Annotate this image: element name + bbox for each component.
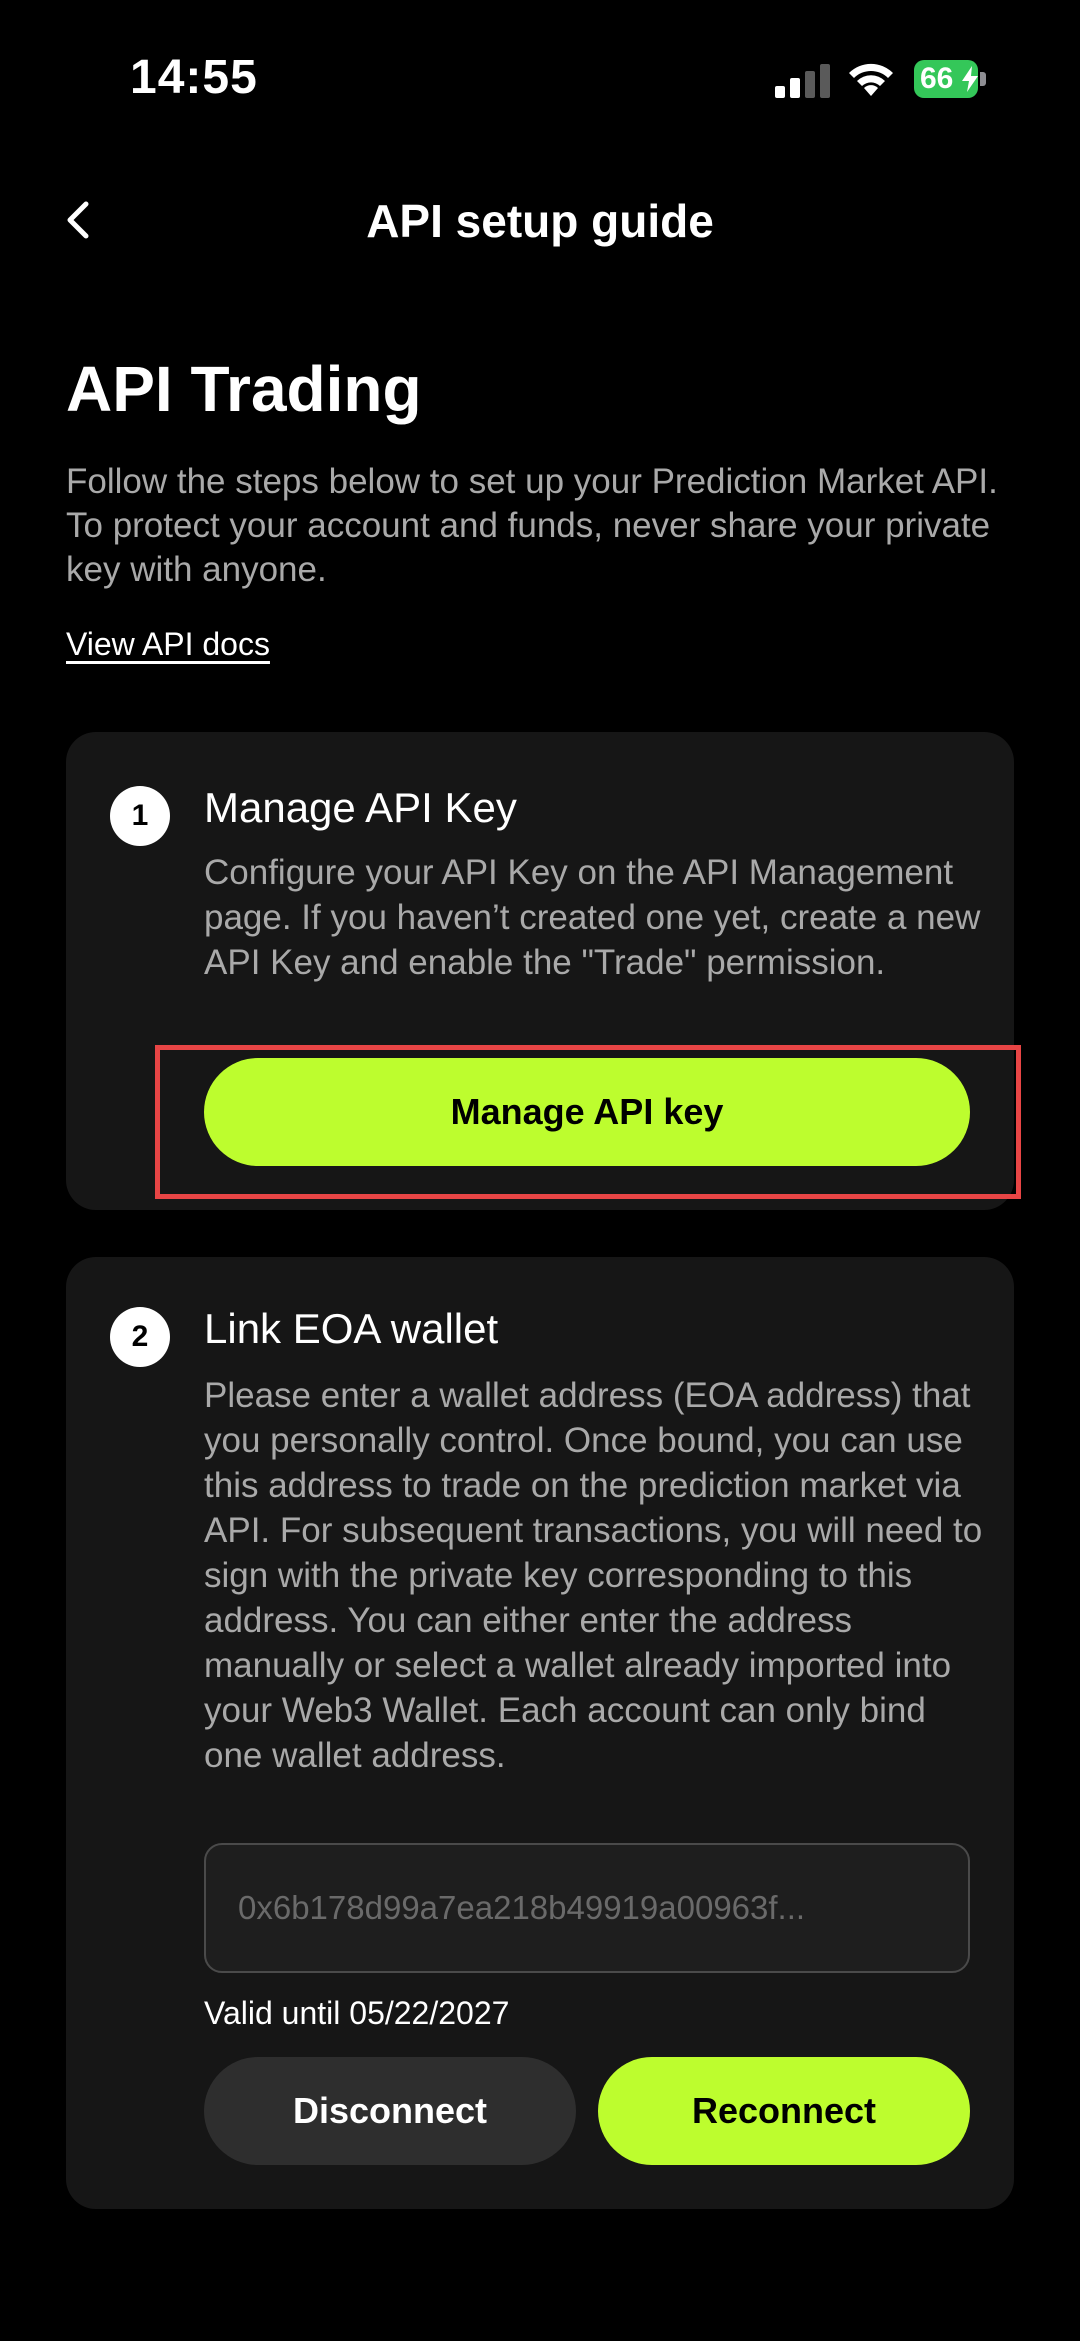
wallet-address-field[interactable]: 0x6b178d99a7ea218b49919a00963f... (204, 1843, 970, 1973)
step-1-card: 1 Manage API Key Configure your API Key … (66, 732, 1014, 1210)
battery-cap (980, 72, 986, 86)
charging-bolt-icon (962, 66, 978, 92)
nav-title: API setup guide (366, 195, 714, 247)
intro-description: Follow the steps below to set up your Pr… (66, 462, 998, 589)
manage-api-key-button[interactable]: Manage API key (204, 1058, 970, 1166)
step-2-title: Link EOA wallet (204, 1305, 499, 1352)
status-bar: 14:55 66 (0, 0, 1080, 140)
wifi-icon (849, 63, 893, 96)
view-api-docs-link[interactable]: View API docs (66, 626, 270, 663)
step-1-description: Configure your API Key on the API Manage… (204, 853, 981, 982)
step-2-card: 2 Link EOA wallet Please enter a wallet … (66, 1257, 1014, 2209)
status-time: 14:55 (130, 51, 258, 104)
page-title: API Trading (66, 353, 422, 425)
step-2-badge: 2 (110, 1307, 170, 1367)
battery-percentage: 66 (920, 62, 954, 95)
cellular-signal-icon (775, 64, 831, 98)
valid-until-text: Valid until 05/22/2027 (204, 1995, 510, 2031)
step-1-badge: 1 (110, 786, 170, 846)
step-2-description: Please enter a wallet address (EOA addre… (204, 1376, 983, 1775)
step-1-title: Manage API Key (204, 784, 517, 831)
battery-icon: 66 (914, 60, 990, 98)
disconnect-button[interactable]: Disconnect (204, 2057, 576, 2165)
reconnect-button[interactable]: Reconnect (598, 2057, 970, 2165)
